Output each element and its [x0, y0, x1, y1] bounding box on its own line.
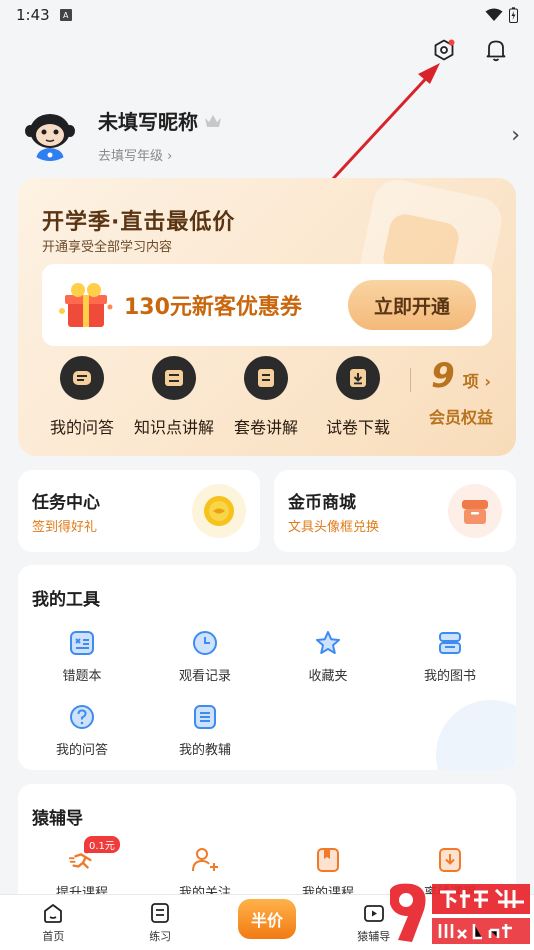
- tutoring-my-courses[interactable]: 我的课程: [268, 846, 388, 901]
- benefit-unit: 项 ›: [462, 372, 491, 391]
- perk-knowledge[interactable]: 知识点讲解: [128, 356, 220, 446]
- perk-divider: [410, 368, 411, 392]
- nav-label: 首页: [42, 929, 65, 943]
- tutoring-my-follows[interactable]: 我的关注: [145, 846, 265, 901]
- price-badge: 0.1元: [84, 836, 120, 853]
- task-center-title: 任务中心: [32, 493, 100, 513]
- coin-icon: [192, 484, 246, 538]
- status-right: [485, 7, 518, 23]
- tool-label: 收藏夹: [308, 669, 348, 684]
- clock-icon: [191, 629, 219, 657]
- profile-header[interactable]: 未填写昵称 去填写年级 › ›: [24, 100, 520, 170]
- crown-icon: [205, 114, 221, 127]
- perk-download[interactable]: 试卷下载: [312, 356, 404, 446]
- tool-my-tutor-books[interactable]: 我的教辅: [145, 703, 265, 758]
- offline-download-icon: [436, 846, 464, 874]
- nav-home[interactable]: 首页: [0, 895, 107, 950]
- tools-card: 我的工具 错题本 观看记录 收藏夹 我的图书 我的问答 我的教辅: [18, 565, 516, 770]
- vip-perks: 我的问答 知识点讲解 套卷讲解 试卷下载 9 项 › 会员权益: [18, 356, 516, 446]
- mistake-book-icon: [68, 629, 96, 657]
- tool-my-qa[interactable]: 我的问答: [22, 703, 142, 758]
- tools-title: 我的工具: [32, 590, 100, 610]
- video-play-icon: [363, 904, 384, 922]
- settings-button[interactable]: [430, 36, 458, 64]
- nav-label: 练习: [149, 929, 172, 943]
- download-icon: [336, 356, 380, 400]
- question-icon: [68, 703, 96, 731]
- tool-label: 错题本: [62, 669, 102, 684]
- gift-box-icon: [59, 283, 113, 327]
- benefit-count: 9: [431, 356, 455, 396]
- vip-subtitle: 开通享受全部学习内容: [42, 240, 173, 255]
- top-actions: [430, 36, 510, 64]
- member-benefits[interactable]: 9 项 › 会员权益: [415, 356, 507, 446]
- avatar[interactable]: [24, 109, 76, 161]
- settings-icon: [434, 39, 455, 61]
- perk-label: 套卷讲解: [233, 418, 298, 437]
- nav-half-price[interactable]: 半价: [214, 895, 321, 950]
- practice-icon: [151, 902, 170, 923]
- tutoring-title: 猿辅导: [32, 809, 83, 829]
- tools-decoration: [436, 700, 516, 770]
- tool-label: 我的图书: [423, 669, 476, 684]
- open-membership-button[interactable]: 立即开通: [348, 280, 476, 330]
- coin-mall-subtitle: 文具头像框兑换: [288, 520, 380, 535]
- tool-mistake-book[interactable]: 错题本: [22, 629, 142, 684]
- tool-label: 我的教辅: [178, 743, 231, 758]
- perk-label: 知识点讲解: [133, 418, 214, 437]
- coupon-banner[interactable]: 130元新客优惠券 立即开通: [42, 264, 492, 346]
- shop-icon: [448, 484, 502, 538]
- perk-qa[interactable]: 我的问答: [36, 356, 128, 446]
- bell-icon: [486, 40, 506, 62]
- nickname-row[interactable]: 未填写昵称: [98, 106, 222, 135]
- half-price-button: 半价: [237, 898, 296, 939]
- home-icon: [44, 903, 63, 923]
- vip-card[interactable]: 开学季·直击最低价 开通享受全部学习内容 130元新客优惠券 立即开通 我的问答…: [18, 178, 516, 456]
- qa-icon: [60, 356, 104, 400]
- knowledge-icon: [152, 356, 196, 400]
- books-icon: [436, 629, 464, 657]
- notification-button[interactable]: [482, 36, 510, 64]
- nav-practice[interactable]: 练习: [107, 895, 214, 950]
- task-center-subtitle: 签到得好礼: [32, 520, 98, 535]
- star-icon: [314, 629, 342, 657]
- tool-favorites[interactable]: 收藏夹: [268, 629, 388, 684]
- coin-mall-title: 金币商城: [288, 493, 356, 513]
- paper-set-icon: [244, 356, 288, 400]
- watermark-logo: [390, 883, 530, 944]
- wifi-icon: [485, 8, 503, 21]
- perk-paper-set[interactable]: 套卷讲解: [220, 356, 312, 446]
- tool-my-books[interactable]: 我的图书: [390, 629, 510, 684]
- perk-label: 我的问答: [49, 418, 114, 437]
- course-icon: [314, 846, 342, 874]
- tool-watch-history[interactable]: 观看记录: [145, 629, 265, 684]
- profile-texts: 未填写昵称 去填写年级 ›: [98, 106, 222, 164]
- status-bar: 1:43 A: [0, 0, 534, 30]
- coin-mall-card[interactable]: 金币商城 文具头像框兑换: [274, 470, 516, 552]
- perk-label: 试卷下载: [325, 418, 390, 437]
- grade-link[interactable]: 去填写年级 ›: [98, 145, 222, 164]
- tutor-book-icon: [191, 703, 219, 731]
- tutoring-improve-course[interactable]: 提升课程: [22, 846, 142, 901]
- tool-label: 我的问答: [55, 743, 108, 758]
- benefit-count-row: 9 项 ›: [431, 356, 491, 396]
- sim-icon: A: [59, 9, 72, 21]
- profile-chevron-icon[interactable]: ›: [511, 123, 520, 148]
- coupon-text: 130元新客优惠券: [124, 295, 302, 320]
- benefit-label: 会员权益: [428, 408, 493, 427]
- vip-title: 开学季·直击最低价: [42, 210, 236, 235]
- battery-icon: [509, 7, 518, 23]
- task-center-card[interactable]: 任务中心 签到得好礼: [18, 470, 260, 552]
- follow-icon: [191, 846, 219, 874]
- status-time: 1:43: [16, 6, 50, 24]
- nickname: 未填写昵称: [98, 110, 198, 134]
- tool-label: 观看记录: [178, 669, 231, 684]
